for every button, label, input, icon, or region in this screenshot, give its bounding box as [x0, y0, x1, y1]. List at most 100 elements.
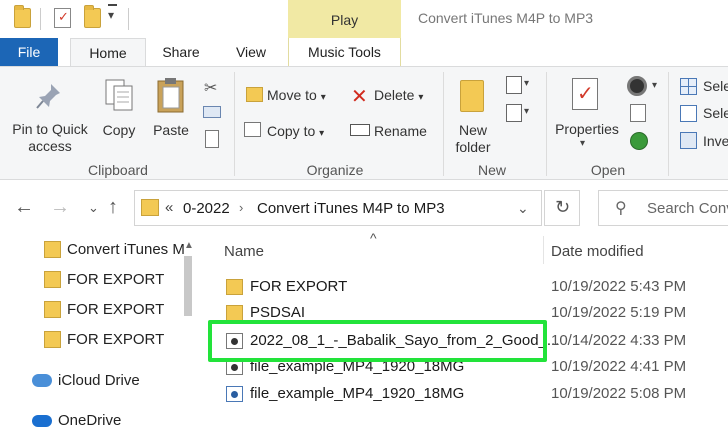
tab-file[interactable]: File: [0, 38, 58, 66]
hidden-crumbs[interactable]: «: [165, 199, 173, 216]
column-header-name[interactable]: Name: [224, 243, 264, 260]
column-header-date-modified[interactable]: Date modified: [551, 243, 644, 260]
chevron-down-icon[interactable]: ▾: [652, 80, 657, 91]
search-placeholder: Search Conv: [647, 200, 728, 217]
divider: [128, 8, 129, 30]
folder-icon: [141, 199, 159, 216]
history-icon[interactable]: [630, 132, 648, 150]
recent-locations-icon[interactable]: ⌄: [88, 200, 99, 216]
clipboard-group-label: Clipboard: [88, 162, 148, 178]
breadcrumb-current[interactable]: Convert iTunes M4P to MP3: [257, 200, 445, 217]
select-none-button[interactable]: Sele: [703, 104, 728, 122]
rename-icon: [350, 124, 370, 136]
copy-icon: [104, 78, 134, 112]
new-folder-icon[interactable]: [84, 5, 101, 28]
properties-icon: ✓: [572, 78, 598, 110]
delete-icon: ✕: [351, 86, 368, 108]
select-none-icon: [680, 105, 697, 122]
organize-group-label: Organize: [306, 162, 364, 178]
chevron-down-icon: ▾: [418, 92, 424, 103]
folder-icon: [226, 305, 243, 321]
nav-item-for-export[interactable]: FOR EXPORT: [0, 296, 200, 324]
new-folder-icon: [460, 80, 484, 112]
column-divider[interactable]: [543, 236, 544, 264]
chevron-down-icon[interactable]: ▾: [524, 106, 529, 117]
tab-music-tools[interactable]: Music Tools: [288, 38, 401, 66]
folder-icon: [44, 331, 61, 348]
copy-button[interactable]: Copy: [96, 122, 142, 139]
open-group-label: Open: [590, 162, 626, 178]
search-icon: ⚲: [615, 200, 627, 217]
refresh-icon: ↻: [555, 197, 571, 217]
open-with-icon[interactable]: [627, 76, 647, 96]
breadcrumb-0-2022[interactable]: 0-2022: [183, 200, 230, 217]
divider: [546, 72, 547, 176]
video-file-icon: [226, 386, 243, 402]
rename-button[interactable]: Rename: [374, 122, 427, 140]
divider: [234, 72, 235, 176]
onedrive-icon: [32, 415, 52, 427]
nav-item-for-export[interactable]: FOR EXPORT: [0, 266, 200, 294]
new-item-icon[interactable]: [506, 76, 522, 94]
search-input[interactable]: ⚲ Search Conv: [598, 190, 728, 226]
play-context-tab[interactable]: Play: [288, 0, 401, 38]
nav-scrollbar[interactable]: [184, 256, 192, 316]
nav-item-icloud-drive[interactable]: iCloud Drive: [0, 367, 200, 395]
chevron-down-icon: ▾: [320, 92, 326, 103]
tab-share[interactable]: Share: [150, 38, 212, 66]
new-folder-button[interactable]: New folder: [448, 122, 498, 156]
file-row-video[interactable]: file_example_MP4_1920_18MG 10/19/2022 5:…: [222, 379, 728, 409]
cut-icon[interactable]: ✂: [204, 78, 220, 97]
scroll-up-icon[interactable]: ▲: [184, 240, 194, 251]
divider: [40, 8, 41, 30]
select-all-icon: [680, 78, 697, 95]
pin-icon: [36, 82, 62, 110]
window-title: Convert iTunes M4P to MP3: [418, 10, 594, 26]
nav-item-convert-itunes[interactable]: Convert iTunes M: [0, 236, 200, 264]
breadcrumb-separator-icon: ›: [239, 200, 244, 215]
customize-bar: [108, 4, 117, 6]
back-arrow-icon[interactable]: ←: [14, 196, 34, 219]
folder-icon: [44, 241, 61, 258]
icloud-icon: [32, 374, 52, 387]
title-bar: ✓ ▾ Play Convert iTunes M4P to MP3: [0, 0, 728, 38]
paste-icon: [156, 76, 186, 114]
move-to-icon: [246, 87, 263, 102]
chevron-down-icon[interactable]: ⌄: [517, 200, 529, 217]
chevron-down-icon: ▾: [319, 128, 325, 139]
properties-button[interactable]: Properties: [552, 121, 622, 138]
tab-home[interactable]: Home: [70, 38, 146, 67]
chevron-down-icon[interactable]: ▾: [524, 78, 529, 89]
folder-icon: [44, 301, 61, 318]
selection-highlight: [208, 320, 547, 362]
up-arrow-icon[interactable]: ↑: [108, 196, 118, 219]
folder-icon: [44, 271, 61, 288]
copy-path-icon[interactable]: [203, 106, 221, 118]
folder-icon: [14, 5, 31, 28]
customize-toolbar-icon[interactable]: ▾: [108, 8, 114, 22]
nav-item-for-export[interactable]: FOR EXPORT: [0, 326, 200, 354]
paste-button[interactable]: Paste: [148, 122, 194, 139]
delete-button[interactable]: Delete ▾: [374, 86, 423, 107]
nav-item-onedrive[interactable]: OneDrive: [0, 407, 200, 430]
pin-to-quick-access-button[interactable]: Pin to Quick access: [6, 121, 94, 155]
divider: [443, 72, 444, 176]
properties-check-icon[interactable]: ✓: [54, 8, 71, 28]
address-bar[interactable]: « 0-2022 › Convert iTunes M4P to MP3 ⌄: [134, 190, 542, 226]
move-to-button[interactable]: Move to ▾: [267, 86, 326, 107]
refresh-button[interactable]: ↻: [544, 190, 580, 226]
copy-to-button[interactable]: Copy to ▾: [267, 122, 324, 143]
chevron-down-icon[interactable]: ▾: [580, 138, 585, 149]
paste-shortcut-icon[interactable]: [205, 130, 219, 148]
new-group-label: New: [477, 162, 506, 178]
select-all-button[interactable]: Sele: [703, 77, 728, 95]
copy-to-icon: [244, 122, 261, 137]
edit-icon[interactable]: [630, 104, 646, 122]
easy-access-icon[interactable]: [506, 104, 522, 122]
divider: [668, 72, 669, 176]
folder-icon: [226, 279, 243, 295]
forward-arrow-icon[interactable]: →: [50, 196, 70, 219]
invert-selection-button[interactable]: Inve: [703, 132, 728, 150]
tab-view[interactable]: View: [220, 38, 282, 66]
invert-selection-icon: [680, 132, 697, 149]
